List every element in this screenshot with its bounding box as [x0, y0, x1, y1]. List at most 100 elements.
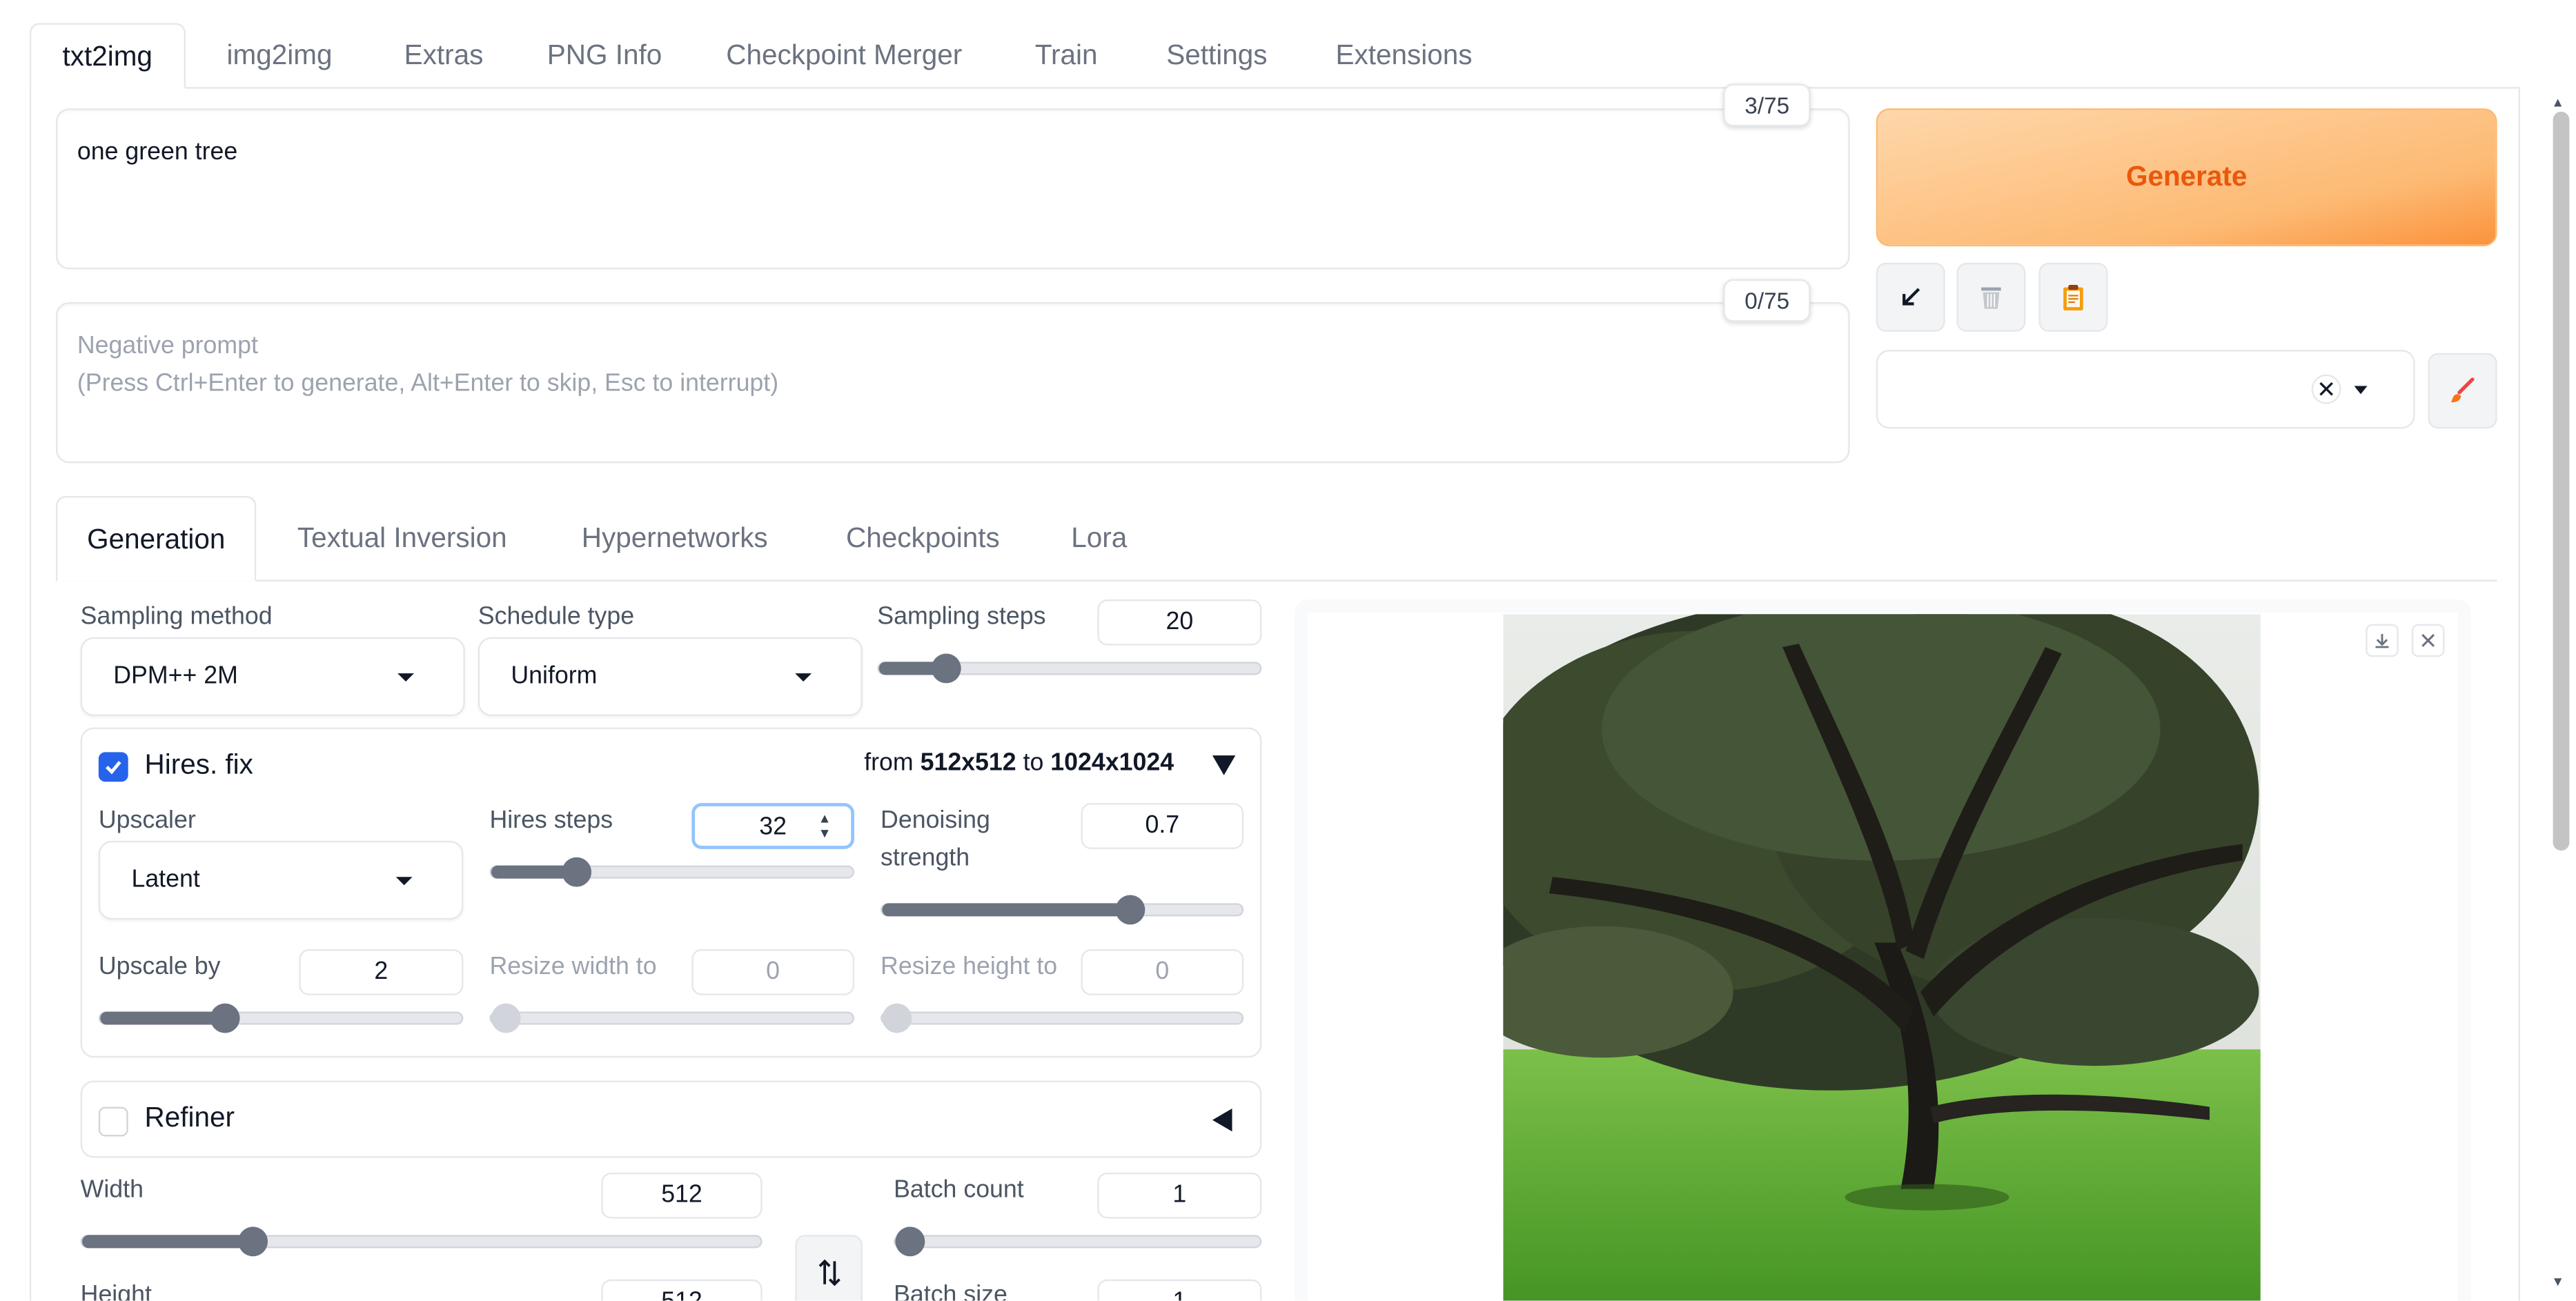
generated-tree-image[interactable]	[1503, 614, 2261, 1301]
height-input[interactable]: 512	[601, 1279, 763, 1301]
batch-count-slider[interactable]	[894, 1226, 1262, 1257]
swap-arrows-icon	[818, 1259, 840, 1287]
refiner-checkbox[interactable]	[98, 1106, 128, 1137]
tab-settings[interactable]: Settings	[1166, 23, 1267, 88]
width-slider[interactable]	[80, 1226, 763, 1257]
schedule-type-label: Schedule type	[478, 602, 635, 631]
hires-steps-input[interactable]: 32 ▲ ▼	[691, 803, 854, 849]
width-label: Width	[80, 1175, 144, 1204]
hires-to-text: to	[1023, 748, 1044, 777]
negative-prompt-placeholder: Negative prompt	[77, 331, 258, 360]
prompt-textarea[interactable]: one green tree	[55, 108, 1850, 270]
close-icon	[2421, 634, 2435, 647]
chevron-down-icon	[397, 673, 414, 682]
clipboard-icon	[2063, 285, 2083, 310]
tab-checkpoints[interactable]: Checkpoints	[846, 496, 1000, 582]
upscaler-label: Upscaler	[98, 806, 196, 835]
slider-thumb[interactable]	[238, 1226, 268, 1257]
hires-steps-slider[interactable]	[489, 857, 854, 887]
styles-dropdown[interactable]: ✕	[1876, 350, 2415, 429]
slider-thumb[interactable]	[931, 653, 961, 684]
tab-img2img[interactable]: img2img	[227, 23, 333, 88]
tab-train[interactable]: Train	[1035, 23, 1098, 88]
tab-extras[interactable]: Extras	[404, 23, 484, 88]
scroll-down-icon[interactable]: ▼	[2551, 1274, 2564, 1289]
edit-styles-button[interactable]	[2428, 352, 2497, 429]
refiner-accordion[interactable]: Refiner	[80, 1080, 1262, 1158]
chevron-down-icon	[395, 877, 413, 886]
tab-generation[interactable]: Generation	[55, 495, 257, 582]
clear-prompt-button[interactable]	[1956, 262, 2026, 332]
tab-checkpoint-merger[interactable]: Checkpoint Merger	[726, 23, 962, 88]
resize-height-slider[interactable]	[881, 1003, 1244, 1033]
denoising-label-2: strength	[881, 844, 970, 873]
resize-width-input[interactable]: 0	[691, 949, 854, 995]
denoising-label: Denoising	[881, 806, 990, 835]
chevron-down-icon	[795, 673, 812, 682]
hires-fix-checkbox[interactable]	[98, 752, 128, 782]
tab-textual-inversion[interactable]: Textual Inversion	[297, 496, 507, 582]
tab-txt2img[interactable]: txt2img	[29, 23, 186, 89]
tab-extensions[interactable]: Extensions	[1336, 23, 1473, 88]
page-scrollbar-thumb[interactable]	[2553, 111, 2570, 851]
negative-prompt-hint: (Press Ctrl+Enter to generate, Alt+Enter…	[77, 369, 779, 398]
prompt-text: one green tree	[77, 137, 238, 166]
sampling-steps-slider[interactable]	[877, 653, 1262, 684]
hires-to-size: 1024x1024	[1050, 748, 1174, 777]
slider-thumb[interactable]	[895, 1226, 925, 1257]
hires-fix-label: Hires. fix	[144, 748, 253, 780]
slider-thumb[interactable]	[882, 1003, 912, 1033]
slider-fill	[100, 1011, 226, 1025]
upscale-by-slider[interactable]	[98, 1003, 464, 1033]
width-input[interactable]: 512	[601, 1172, 763, 1219]
denoising-slider[interactable]	[881, 895, 1244, 925]
batch-size-input[interactable]: 1	[1097, 1279, 1262, 1301]
sampling-steps-input[interactable]: 20	[1097, 599, 1262, 646]
extra-networks-tabs: Generation Textual Inversion Hypernetwor…	[55, 495, 2497, 582]
resize-height-input[interactable]: 0	[1081, 949, 1244, 995]
slider-fill	[82, 1235, 253, 1249]
resize-height-label: Resize height to	[881, 952, 1058, 981]
schedule-type-value: Uniform	[511, 662, 598, 690]
read-params-button[interactable]	[1876, 262, 1945, 332]
upscaler-select[interactable]: Latent	[98, 840, 464, 920]
slider-thumb[interactable]	[1115, 895, 1146, 925]
slider-thumb[interactable]	[491, 1003, 521, 1033]
sampling-method-select[interactable]: DPM++ 2M	[80, 637, 465, 716]
tab-png-info[interactable]: PNG Info	[547, 23, 662, 88]
denoising-input[interactable]: 0.7	[1081, 803, 1244, 849]
batch-size-label: Batch size	[894, 1280, 1007, 1301]
resize-width-slider[interactable]	[489, 1003, 854, 1033]
scroll-up-icon[interactable]: ▲	[2551, 95, 2564, 110]
slider-thumb[interactable]	[562, 857, 592, 887]
spinner-down-icon[interactable]: ▼	[818, 827, 832, 841]
clear-styles-icon[interactable]: ✕	[2311, 374, 2341, 404]
collapse-triangle-icon[interactable]	[1212, 755, 1236, 775]
upscale-by-label: Upscale by	[98, 952, 221, 981]
gallery-frame	[1308, 613, 2458, 1301]
swap-dimensions-button[interactable]	[795, 1235, 863, 1301]
arrow-down-left-icon	[1902, 288, 1920, 306]
tab-hypernetworks[interactable]: Hypernetworks	[582, 496, 768, 582]
hires-from-text: from	[864, 748, 914, 777]
refiner-label: Refiner	[144, 1102, 235, 1133]
expand-triangle-icon[interactable]	[1212, 1108, 1232, 1132]
paintbrush-icon	[2451, 377, 2475, 403]
spinner-up-icon[interactable]: ▲	[818, 812, 832, 826]
slider-thumb[interactable]	[210, 1003, 240, 1033]
hires-from-size: 512x512	[920, 748, 1016, 777]
top-tab-bar: txt2img img2img Extras PNG Info Checkpoi…	[29, 23, 2520, 89]
schedule-type-select[interactable]: Uniform	[478, 637, 863, 716]
negative-prompt-textarea[interactable]: Negative prompt (Press Ctrl+Enter to gen…	[55, 302, 1850, 464]
generate-button[interactable]: Generate	[1876, 108, 2497, 247]
close-image-button[interactable]	[2411, 624, 2445, 657]
paste-styles-button[interactable]	[2038, 262, 2108, 332]
hires-fix-accordion: Hires. fix from 512x512 to 1024x1024 Ups…	[80, 727, 1262, 1058]
slider-fill	[882, 903, 1130, 917]
tab-lora[interactable]: Lora	[1071, 496, 1127, 582]
upscale-by-input[interactable]: 2	[299, 949, 464, 995]
webui-page: txt2img img2img Extras PNG Info Checkpoi…	[0, 0, 2576, 1301]
chevron-down-icon	[2354, 386, 2368, 395]
batch-count-input[interactable]: 1	[1097, 1172, 1262, 1219]
download-button[interactable]	[2366, 624, 2399, 657]
